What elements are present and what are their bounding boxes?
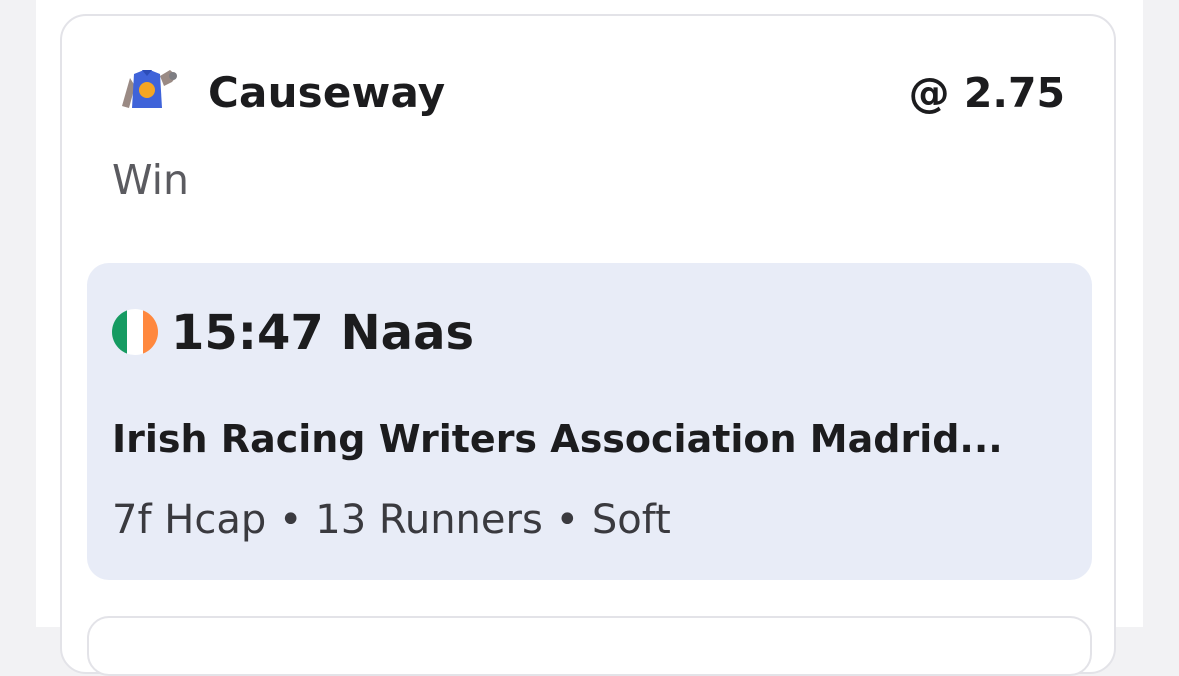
- race-title: Irish Racing Writers Association Madrid.…: [112, 417, 1003, 461]
- race-time-venue: 15:47 Naas: [171, 305, 475, 361]
- race-details: 7f Hcap • 13 Runners • Soft: [112, 497, 671, 543]
- flag-stripe-white: [127, 309, 143, 355]
- ireland-flag-icon: [112, 309, 158, 355]
- market-type: Win: [112, 156, 190, 204]
- jockey-silk-icon: [122, 70, 177, 108]
- odds-value: @ 2.75: [908, 69, 1065, 117]
- next-card-edge[interactable]: [87, 616, 1092, 676]
- selection-name: Causeway: [208, 68, 446, 117]
